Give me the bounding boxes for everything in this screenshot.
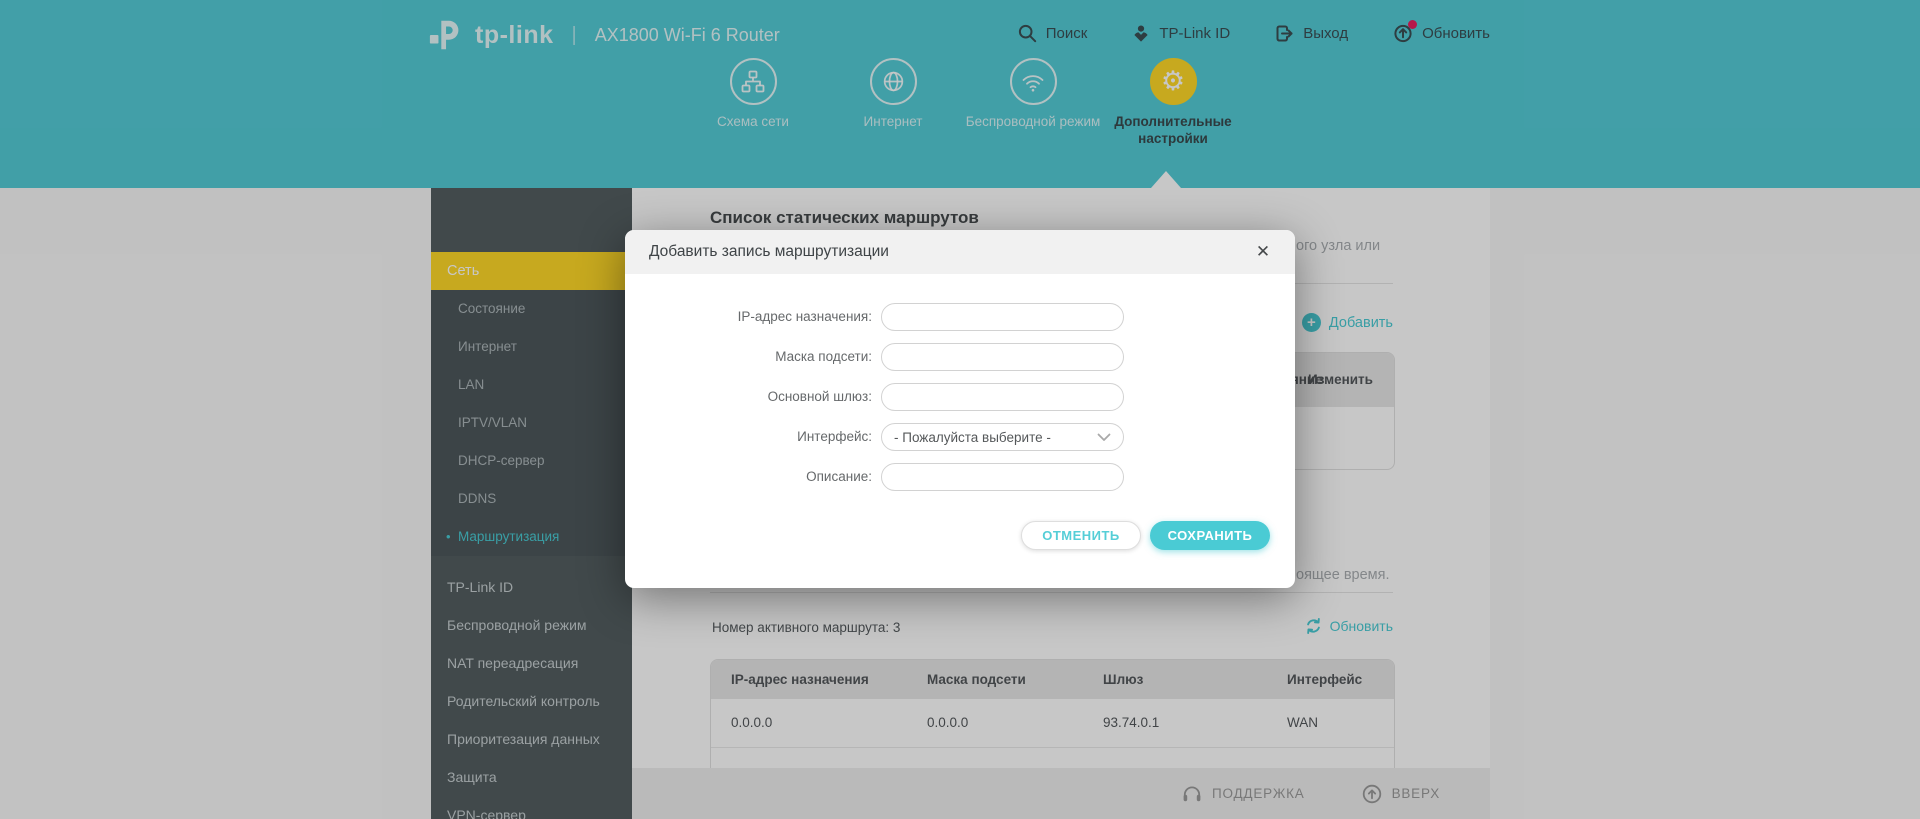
form-row-interface: Интерфейс: - Пожалуйста выберите - xyxy=(625,423,1295,451)
chevron-down-icon xyxy=(1097,433,1111,442)
form-row-description: Описание: xyxy=(625,463,1295,491)
modal-buttons: ОТМЕНИТЬ СОХРАНИТЬ xyxy=(1021,521,1270,550)
cancel-button[interactable]: ОТМЕНИТЬ xyxy=(1021,521,1141,550)
close-icon[interactable]: ✕ xyxy=(1253,242,1273,262)
form-row-dest-ip: IP-адрес назначения: xyxy=(625,303,1295,331)
modal-form: IP-адрес назначения: Маска подсети: Осно… xyxy=(625,303,1295,503)
modal-header: Добавить запись маршрутизации ✕ xyxy=(625,230,1295,274)
modal-title: Добавить запись маршрутизации xyxy=(649,243,889,260)
gateway-label: Основной шлюз: xyxy=(767,389,872,404)
subnet-mask-label: Маска подсети: xyxy=(775,349,872,364)
dest-ip-field[interactable] xyxy=(881,303,1124,331)
gateway-field[interactable] xyxy=(881,383,1124,411)
router-admin-page: tp-link | AX1800 Wi-Fi 6 Router Поиск TP… xyxy=(0,0,1920,819)
form-row-subnet-mask: Маска подсети: xyxy=(625,343,1295,371)
description-label: Описание: xyxy=(806,469,872,484)
interface-select[interactable]: - Пожалуйста выберите - xyxy=(881,423,1124,451)
save-button[interactable]: СОХРАНИТЬ xyxy=(1150,521,1270,550)
subnet-mask-field[interactable] xyxy=(881,343,1124,371)
dest-ip-label: IP-адрес назначения: xyxy=(737,309,872,324)
description-field[interactable] xyxy=(881,463,1124,491)
interface-label: Интерфейс: xyxy=(797,429,872,444)
form-row-gateway: Основной шлюз: xyxy=(625,383,1295,411)
interface-select-value: - Пожалуйста выберите - xyxy=(894,429,1051,445)
add-route-modal: Добавить запись маршрутизации ✕ IP-адрес… xyxy=(625,230,1295,588)
